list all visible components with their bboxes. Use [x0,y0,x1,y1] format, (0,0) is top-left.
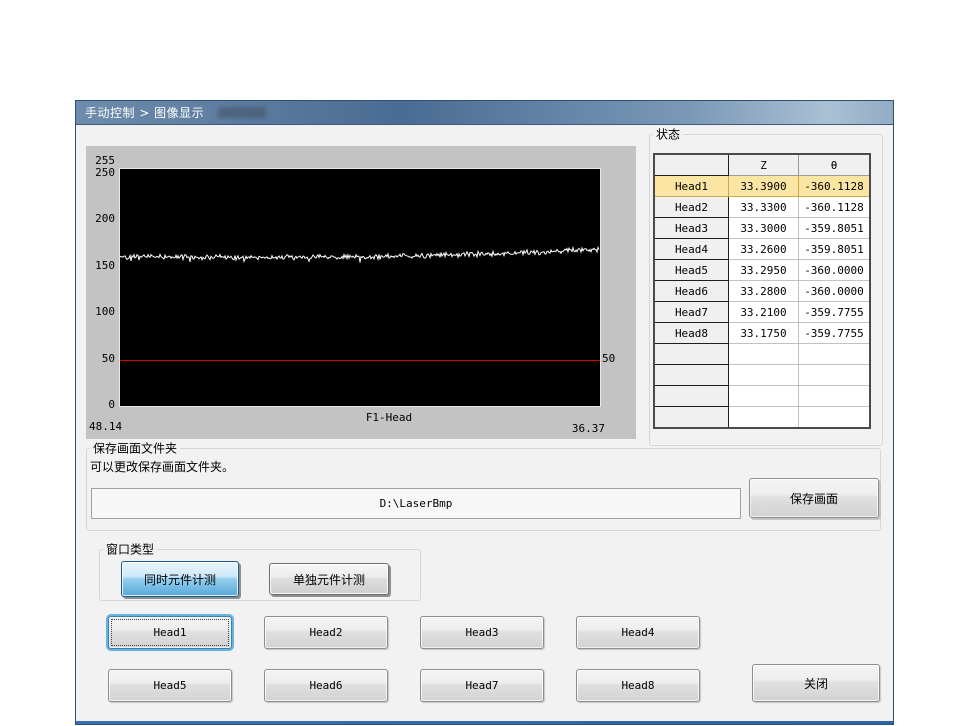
z-value-cell: 33.3900 [728,175,799,197]
head8-button[interactable]: Head8 [576,669,700,702]
threshold-value-label: 50 [602,352,616,365]
threshold-line [120,360,600,361]
z-value-cell: 33.2950 [728,259,799,281]
head-cell: Head3 [653,217,729,239]
table-row[interactable]: Head8 33.1750 -359.7755 [653,322,871,344]
x-range-left-label: 48.14 [89,420,123,433]
close-button[interactable]: 关闭 [752,664,880,702]
z-value-cell: 33.2100 [728,301,799,323]
save-folder-description: 可以更改保存画面文件夹。 [90,460,235,474]
y-tick-label: 100 [95,305,115,319]
table-header-row: Zθ [653,153,871,176]
head-cell: Head4 [653,238,729,260]
redacted-text-blur [218,107,267,118]
head3-button[interactable]: Head3 [420,616,544,649]
status-group-label: 状态 [653,125,684,143]
head7-button[interactable]: Head7 [420,669,544,702]
empty-cell [653,406,729,429]
head1-button[interactable]: Head1 [108,616,232,649]
empty-cell [728,406,799,429]
empty-cell [728,364,799,386]
empty-cell [798,406,871,429]
y-tick-label: 150 [95,258,115,272]
table-empty-row [653,364,871,386]
table-empty-row [653,343,871,365]
table-row[interactable]: Head1 33.3900 -360.1128 [653,175,871,197]
table-row[interactable]: Head7 33.2100 -359.7755 [653,301,871,323]
theta-value-cell: -359.8051 [798,238,871,260]
z-value-cell: 33.3000 [728,217,799,239]
head6-button[interactable]: Head6 [264,669,388,702]
empty-cell [798,343,871,365]
y-tick-label: 200 [95,212,115,226]
x-range-right-label: 36.37 [571,422,605,435]
head-cell: Head2 [653,196,729,218]
header-cell-theta: θ [798,153,871,176]
head-cell: Head5 [653,259,729,281]
x-axis-label: F1-Head [365,411,413,424]
header-cell-blank [653,153,729,176]
dialog-window: 手动控制 > 图像显示 255 250 200 150 100 50 0 50 48.14 … [75,100,894,725]
table-row[interactable]: Head5 33.2950 -360.0000 [653,259,871,281]
save-path-field[interactable]: D:\LaserBmp [91,488,741,519]
status-table-wrap: Zθ Head1 33.3900 -360.1128 Head2 33.3300 -360.… [653,153,871,429]
empty-cell [728,343,799,365]
table-row[interactable]: Head2 33.3300 -360.1128 [653,196,871,218]
empty-cell [653,385,729,407]
table-empty-row [653,385,871,407]
title-bar: 手动控制 > 图像显示 [76,101,893,125]
empty-cell [798,364,871,386]
signal-trace [120,245,600,264]
table-row[interactable]: Head4 33.2600 -359.8051 [653,238,871,260]
theta-value-cell: -359.7755 [798,301,871,323]
empty-cell [653,364,729,386]
table-row[interactable]: Head6 33.2800 -360.0000 [653,280,871,302]
z-value-cell: 33.3300 [728,196,799,218]
simultaneous-measure-button[interactable]: 同时元件计测 [121,561,239,597]
theta-value-cell: -360.0000 [798,259,871,281]
y-tick-label: 250 [95,165,115,179]
signal-plot-area [119,168,601,407]
head-cell: Head6 [653,280,729,302]
head-cell: Head8 [653,322,729,344]
window-type-group-label: 窗口类型 [103,540,158,558]
head2-button[interactable]: Head2 [264,616,388,649]
y-tick-label: 0 [108,398,115,411]
z-value-cell: 33.2600 [728,238,799,260]
head4-button[interactable]: Head4 [576,616,700,649]
theta-value-cell: -360.0000 [798,280,871,302]
empty-cell [653,343,729,365]
theta-value-cell: -360.1128 [798,175,871,197]
z-value-cell: 33.2800 [728,280,799,302]
empty-cell [798,385,871,407]
theta-value-cell: -359.7755 [798,322,871,344]
save-folder-group-label: 保存画面文件夹 [90,439,181,457]
table-row[interactable]: Head3 33.3000 -359.8051 [653,217,871,239]
head-cell: Head7 [653,301,729,323]
empty-cell [728,385,799,407]
header-cell-z: Z [728,153,799,176]
save-screen-button[interactable]: 保存画面 [749,478,879,518]
theta-value-cell: -360.1128 [798,196,871,218]
z-value-cell: 33.1750 [728,322,799,344]
theta-value-cell: -359.8051 [798,217,871,239]
head-cell: Head1 [653,175,729,197]
table-empty-row [653,406,871,429]
status-table: Zθ Head1 33.3900 -360.1128 Head2 33.3300 -360.… [653,153,871,429]
image-display-panel: 255 250 200 150 100 50 0 50 48.14 F1-Head 36.3… [86,146,636,439]
head5-button[interactable]: Head5 [108,669,232,702]
individual-measure-button[interactable]: 单独元件计测 [269,563,389,595]
window-title: 手动控制 > 图像显示 [85,106,205,120]
y-tick-label: 50 [101,351,115,365]
